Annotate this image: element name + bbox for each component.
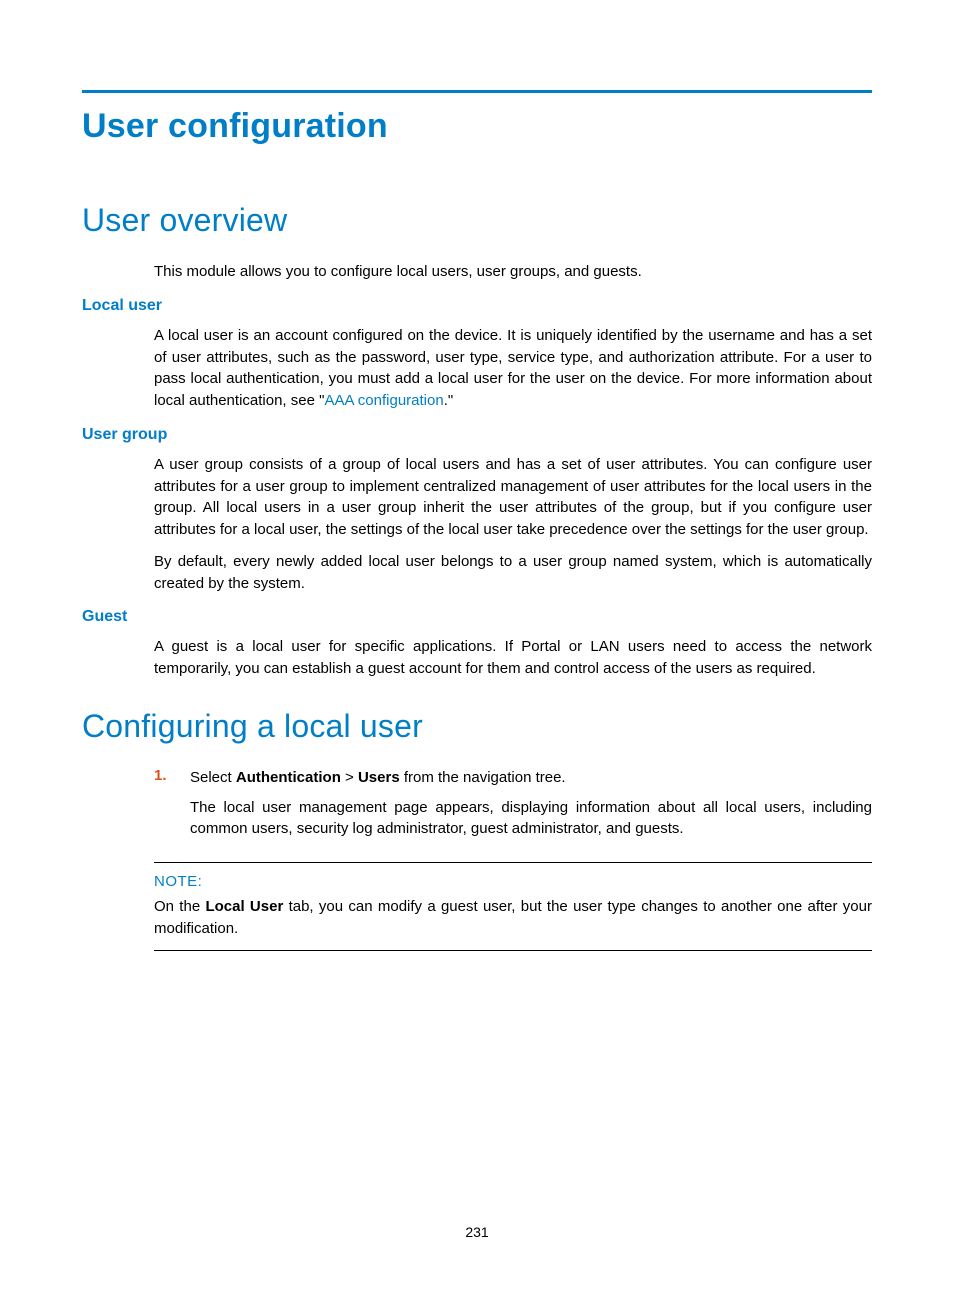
user-group-paragraph-2: By default, every newly added local user… (154, 551, 872, 595)
note-body-bold: Local User (205, 898, 283, 915)
note-body: On the Local User tab, you can modify a … (154, 896, 872, 940)
guest-block: A guest is a local user for specific app… (154, 636, 872, 680)
note-label: NOTE: (154, 873, 872, 890)
step-1-text: Select Authentication > Users from the n… (190, 767, 872, 789)
step-1-bold-users: Users (358, 769, 400, 786)
configuring-steps-block: 1. Select Authentication > Users from th… (154, 767, 872, 840)
step-1-text-b: > (341, 769, 358, 786)
subsection-heading-guest: Guest (82, 608, 872, 626)
section-heading-overview: User overview (82, 202, 872, 239)
overview-intro-block: This module allows you to configure loca… (154, 261, 872, 283)
guest-paragraph: A guest is a local user for specific app… (154, 636, 872, 680)
local-user-text-a: A local user is an account configured on… (154, 327, 872, 409)
note-box: NOTE: On the Local User tab, you can mod… (154, 862, 872, 951)
user-group-paragraph-1: A user group consists of a group of loca… (154, 454, 872, 541)
step-1-text-c: from the navigation tree. (400, 769, 566, 786)
page-number: 231 (0, 1224, 954, 1240)
local-user-paragraph: A local user is an account configured on… (154, 325, 872, 412)
overview-intro-text: This module allows you to configure loca… (154, 261, 872, 283)
step-1-bold-auth: Authentication (236, 769, 341, 786)
step-1-text-a: Select (190, 769, 236, 786)
steps-list: 1. Select Authentication > Users from th… (154, 767, 872, 840)
document-page: User configuration User overview This mo… (0, 0, 954, 1296)
section-heading-configuring: Configuring a local user (82, 708, 872, 745)
top-divider (82, 90, 872, 93)
step-1-paragraph: The local user management page appears, … (190, 797, 872, 841)
subsection-heading-local-user: Local user (82, 297, 872, 315)
page-title: User configuration (82, 107, 872, 146)
local-user-text-b: ." (444, 392, 454, 409)
aaa-configuration-link[interactable]: AAA configuration (324, 392, 443, 409)
note-body-a: On the (154, 898, 205, 915)
step-1: 1. Select Authentication > Users from th… (154, 767, 872, 840)
user-group-block: A user group consists of a group of loca… (154, 454, 872, 595)
step-number: 1. (154, 767, 167, 784)
local-user-block: A local user is an account configured on… (154, 325, 872, 412)
subsection-heading-user-group: User group (82, 426, 872, 444)
